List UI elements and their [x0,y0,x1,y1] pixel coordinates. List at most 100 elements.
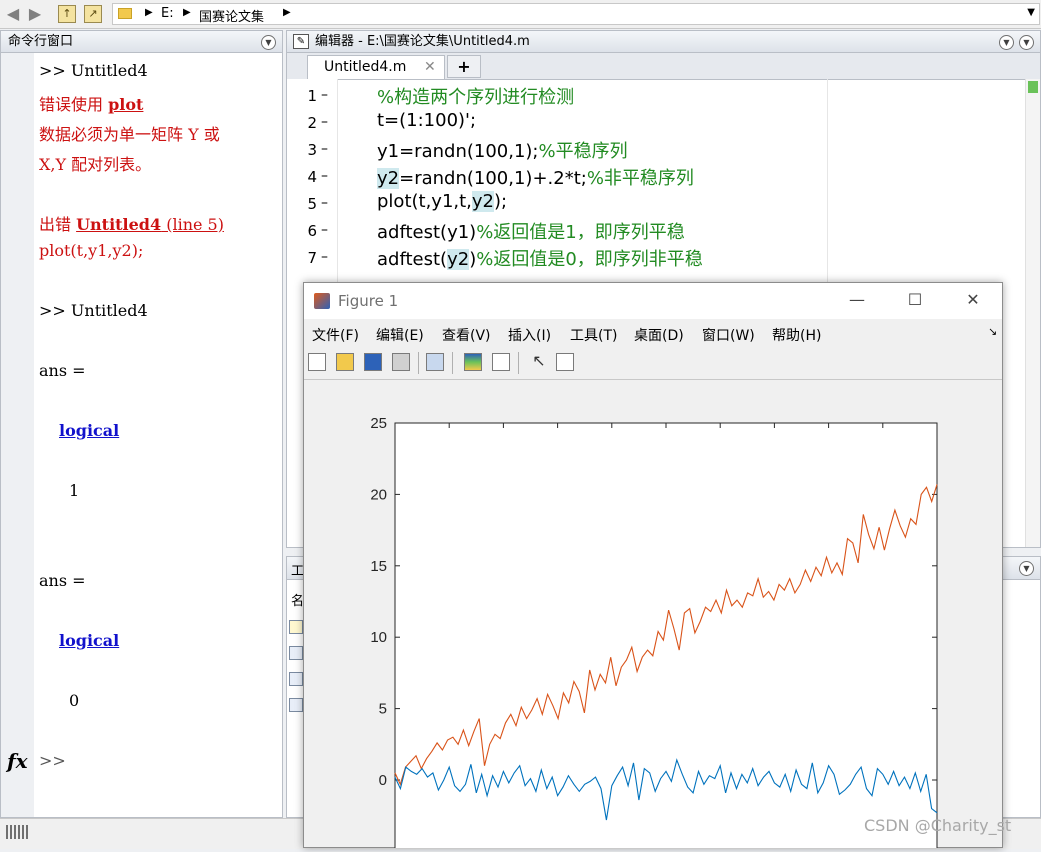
error-line: plot(t,y1,y2); [39,241,144,260]
menu-window[interactable]: 窗口(W) [702,325,755,345]
editor-scrollbar[interactable] [1025,79,1040,547]
watermark: CSDN @Charity_st [864,816,1012,835]
chevron-right-icon: ▶ [283,7,291,18]
logical-link[interactable]: logical [59,421,119,440]
code-token: adftest( [377,249,448,270]
path-crumb-drive[interactable]: E: [161,6,174,21]
axes-box[interactable] [394,422,938,851]
figure-window: Figure 1 — ☐ ✕ 文件(F) 编辑(E) 查看(V) 插入(I) 工… [303,282,1003,851]
close-icon[interactable]: ✕ [424,56,436,78]
menu-desktop[interactable]: 桌面(D) [634,325,684,345]
tab-untitled4[interactable]: Untitled4.m ✕ [307,55,445,79]
code-token: y2 [471,191,495,212]
output-line: >> Untitled4 [39,61,148,80]
menu-insert[interactable]: 插入(I) [508,325,551,345]
table-var-icon[interactable] [289,646,303,660]
table-var-icon[interactable] [289,698,303,712]
command-window-title: 命令行窗口 [8,34,74,49]
menu-view[interactable]: 查看(V) [442,325,491,345]
figure-menubar: 文件(F) 编辑(E) 查看(V) 插入(I) 工具(T) 桌面(D) 窗口(W… [304,319,1002,347]
panel-menu-icon[interactable]: ▼ [261,35,276,50]
folder-icon [118,8,132,19]
forward-arrow-icon[interactable]: ▶ [26,5,44,23]
command-prompt[interactable]: >> [39,751,66,770]
breakpoint-dash[interactable]: – [321,141,328,157]
code-line[interactable]: %构造两个序列进行检测 [377,83,574,109]
error-text: 错误使用 [39,95,109,114]
breakpoint-dash[interactable]: – [321,249,328,265]
path-box[interactable]: ▶ E: ▶ 国赛论文集 ▶ ▼ [112,3,1040,25]
line-link[interactable]: (line 5) [161,215,224,234]
menu-help[interactable]: 帮助(H) [772,325,821,345]
y-tick-label: 10 [370,629,387,646]
logical-var-icon[interactable] [289,620,303,634]
property-editor-icon[interactable] [556,353,574,371]
error-line: X,Y 配对列表。 [39,155,152,174]
output-line: >> Untitled4 [39,301,148,320]
link-plot-icon[interactable] [426,353,444,371]
figure-canvas[interactable]: 0 5 10 15 20 25 [304,380,1002,851]
close-button[interactable]: ✕ [958,289,988,311]
maximize-button[interactable]: ☐ [900,289,930,311]
breakpoint-dash[interactable]: – [321,222,328,238]
panel-menu-icon[interactable]: ▼ [1019,561,1034,576]
code-line[interactable]: y1=randn(100,1);%平稳序列 [377,137,628,163]
y-tick-label: 20 [370,486,387,503]
figure-toolbar: ↖ [304,347,1002,380]
error-line: 错误使用 plot [39,91,143,115]
pointer-icon[interactable]: ↖ [530,353,548,371]
code-line[interactable]: t=(1:100)'; [377,110,476,131]
breakpoint-dash[interactable]: – [321,168,328,184]
menu-tools[interactable]: 工具(T) [570,325,617,345]
command-gutter [1,53,34,817]
breakpoint-dash[interactable]: – [321,195,328,211]
up-folder-icon[interactable]: ↑ [58,5,76,23]
code-line[interactable]: adftest(y1)%返回值是1，即序列平稳 [377,218,685,244]
code-comment: %平稳序列 [538,141,628,162]
line-number: 4 [307,168,317,186]
open-file-icon[interactable] [336,353,354,371]
menu-edit[interactable]: 编辑(E) [376,325,424,345]
menu-file[interactable]: 文件(F) [312,325,359,345]
plot-svg[interactable]: 0 5 10 15 20 25 [304,380,1002,851]
code-token: y2 [447,249,470,270]
code-line[interactable]: plot(t,y1,t,y2); [377,191,507,212]
editor-title: 编辑器 - E:\国赛论文集\Untitled4.m [315,34,530,49]
add-tab-button[interactable]: + [447,55,481,78]
command-window: 命令行窗口 ▼ >> Untitled4 错误使用 plot 数据必须为单一矩阵… [0,30,283,818]
status-grip-icon[interactable] [6,825,28,839]
logical-link[interactable]: logical [59,631,119,650]
plot-link[interactable]: plot [108,95,143,114]
print-icon[interactable] [392,353,410,371]
back-arrow-icon[interactable]: ◀ [4,5,22,23]
legend-icon[interactable] [492,353,510,371]
untitled4-link[interactable]: Untitled4 [76,215,161,234]
breakpoint-dash[interactable]: – [321,114,328,130]
address-bar: ◀ ▶ ↑ ↗ ▶ E: ▶ 国赛论文集 ▶ ▼ [0,0,1041,29]
line-number: 3 [307,141,317,159]
code-token: adftest(y1) [377,222,477,243]
line-number: 2 [307,114,317,132]
panel-menu-icon[interactable]: ▼ [1019,35,1034,50]
edit-pencil-icon: ✎ [293,34,309,49]
path-crumb-folder[interactable]: 国赛论文集 [199,6,264,25]
menu-dock-icon[interactable]: ↘ [988,325,997,338]
toolbar-separator [418,352,419,374]
y-tick-label: 5 [379,701,387,718]
error-line: 数据必须为单一矩阵 Y 或 [39,125,220,144]
y-tick-label: 0 [379,772,387,789]
code-line[interactable]: y2=randn(100,1)+.2*t;%非平稳序列 [377,164,694,190]
output-line: 0 [69,691,80,710]
dropdown-arrow-icon[interactable]: ▼ [1027,7,1035,18]
table-var-icon[interactable] [289,672,303,686]
minimize-button[interactable]: — [842,289,872,311]
colorbar-icon[interactable] [464,353,482,371]
code-comment: %构造两个序列进行检测 [377,87,575,108]
panel-menu-icon[interactable]: ▼ [999,35,1014,50]
breakpoint-dash[interactable]: – [321,87,328,103]
code-line[interactable]: adftest(y2)%返回值是0，即序列非平稳 [377,245,703,271]
fx-icon[interactable]: fx [7,749,28,773]
browse-folder-icon[interactable]: ↗ [84,5,102,23]
save-icon[interactable] [364,353,382,371]
new-figure-icon[interactable] [308,353,326,371]
